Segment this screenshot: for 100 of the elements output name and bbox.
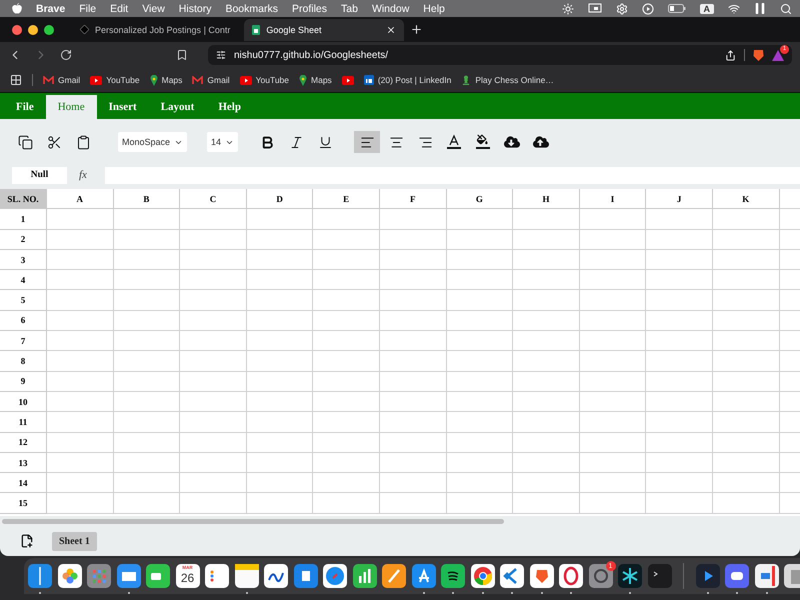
grid-cell[interactable] xyxy=(580,372,646,392)
grid-cell[interactable] xyxy=(180,452,247,474)
grid-cell[interactable] xyxy=(246,432,314,453)
menu-tab[interactable]: Help xyxy=(206,95,253,119)
grid-cell[interactable] xyxy=(513,392,580,412)
app-name-menu[interactable]: Brave xyxy=(36,2,66,14)
grid-cell[interactable] xyxy=(380,250,447,270)
bookmark-link[interactable]: YouTube xyxy=(240,75,290,85)
grid-cell[interactable] xyxy=(580,351,646,372)
menu-item[interactable]: Help xyxy=(423,2,445,14)
grid-cell[interactable] xyxy=(180,331,247,352)
row-header[interactable]: 12 xyxy=(0,432,47,453)
add-sheet-icon[interactable] xyxy=(20,534,34,548)
menu-item[interactable]: Tab xyxy=(341,2,358,14)
minimize-window-button[interactable] xyxy=(28,24,38,34)
close-window-button[interactable] xyxy=(12,24,22,34)
grid-cell[interactable] xyxy=(380,372,447,392)
grid-cell[interactable] xyxy=(114,209,180,230)
grid-cell[interactable] xyxy=(47,452,114,474)
column-header[interactable]: I xyxy=(580,189,646,210)
grid-cell[interactable] xyxy=(580,250,646,270)
app-store-icon[interactable] xyxy=(412,564,436,588)
wifi-icon[interactable] xyxy=(728,2,740,14)
bookmark-link[interactable] xyxy=(342,76,354,84)
menu-item[interactable]: Bookmarks xyxy=(225,2,278,14)
menu-item[interactable]: File xyxy=(79,2,96,14)
pen-icon[interactable] xyxy=(382,564,406,588)
grid-cell[interactable] xyxy=(712,372,780,392)
grid-cell[interactable] xyxy=(313,250,380,270)
grid-cell[interactable] xyxy=(180,372,247,392)
grid-cell[interactable] xyxy=(114,412,180,433)
video-camera-icon[interactable] xyxy=(146,564,170,588)
grid-cell[interactable] xyxy=(313,290,380,311)
grid-cell[interactable] xyxy=(446,432,514,453)
grid-cell[interactable] xyxy=(180,473,247,494)
grid-cell[interactable] xyxy=(47,290,114,311)
flower-icon[interactable] xyxy=(58,564,82,588)
grid-cell[interactable] xyxy=(513,230,580,250)
grid-cell[interactable] xyxy=(313,392,380,412)
browser-tab[interactable]: Personalized Job Postings | Contr xyxy=(72,18,238,40)
apps-grid-icon[interactable] xyxy=(10,74,22,86)
grid-cell[interactable] xyxy=(114,351,180,372)
grid-cell[interactable] xyxy=(313,351,380,372)
grid-cell[interactable] xyxy=(47,331,114,352)
screen-mirror-icon[interactable] xyxy=(588,3,602,14)
column-header[interactable]: C xyxy=(180,189,247,210)
grid-cell[interactable] xyxy=(580,290,646,311)
grid-cell[interactable] xyxy=(47,351,114,372)
terminal-icon[interactable] xyxy=(648,564,672,588)
grid-cell[interactable] xyxy=(114,473,180,494)
crystal-icon[interactable] xyxy=(618,564,642,588)
grid-cell[interactable] xyxy=(646,351,713,372)
grid-cell[interactable] xyxy=(246,372,314,392)
grid-cell[interactable] xyxy=(47,270,114,290)
grid-cell[interactable] xyxy=(380,270,447,290)
grid-cell[interactable] xyxy=(446,250,514,270)
align-left-button[interactable] xyxy=(354,131,380,153)
row-header[interactable]: 1 xyxy=(0,209,47,230)
grid-cell[interactable] xyxy=(580,331,646,352)
row-header[interactable]: 8 xyxy=(0,351,47,372)
grid-cell[interactable] xyxy=(180,270,247,290)
grid-cell[interactable] xyxy=(513,209,580,230)
grid-cell[interactable] xyxy=(47,310,114,332)
bookmark-icon[interactable] xyxy=(176,49,188,61)
app-grid-icon[interactable] xyxy=(87,564,111,588)
bookmark-link[interactable]: Maps xyxy=(299,74,332,86)
menu-tab[interactable]: Layout xyxy=(148,95,206,119)
grid-cell[interactable] xyxy=(114,493,180,514)
share-icon[interactable] xyxy=(725,50,736,60)
grid-cell[interactable] xyxy=(47,250,114,270)
grid-cell[interactable] xyxy=(580,432,646,453)
grid-cell[interactable] xyxy=(712,392,780,412)
grid-cell[interactable] xyxy=(47,412,114,433)
grid-cell[interactable] xyxy=(446,392,514,412)
grid-cell[interactable] xyxy=(246,473,314,494)
grid-cell[interactable] xyxy=(580,310,646,332)
grid-cell[interactable] xyxy=(646,452,713,474)
grid-cell[interactable] xyxy=(446,372,514,392)
grid-cell[interactable] xyxy=(712,493,780,514)
reload-icon[interactable] xyxy=(60,49,72,61)
row-header[interactable]: 15 xyxy=(0,493,47,514)
input-source-indicator[interactable]: A xyxy=(700,4,714,14)
grid-cell[interactable] xyxy=(313,209,380,230)
grid-cell[interactable] xyxy=(180,310,247,332)
grid-cell[interactable] xyxy=(646,270,713,290)
grid-cell[interactable] xyxy=(580,493,646,514)
grid-cell[interactable] xyxy=(313,432,380,453)
grid-cell[interactable] xyxy=(313,230,380,250)
scribble-icon[interactable] xyxy=(264,564,288,588)
grid-cell[interactable] xyxy=(47,230,114,250)
cell-name-box[interactable]: Null xyxy=(12,166,67,184)
grid-cell[interactable] xyxy=(180,209,247,230)
grid-cell[interactable] xyxy=(712,230,780,250)
grid-cell[interactable] xyxy=(313,310,380,332)
grid-cell[interactable] xyxy=(380,473,447,494)
font-size-select[interactable]: 14 xyxy=(207,132,238,152)
column-header[interactable]: E xyxy=(313,189,380,210)
grid-cell[interactable] xyxy=(380,310,447,332)
grid-cell[interactable] xyxy=(114,290,180,311)
zoom-window-button[interactable] xyxy=(44,24,54,34)
